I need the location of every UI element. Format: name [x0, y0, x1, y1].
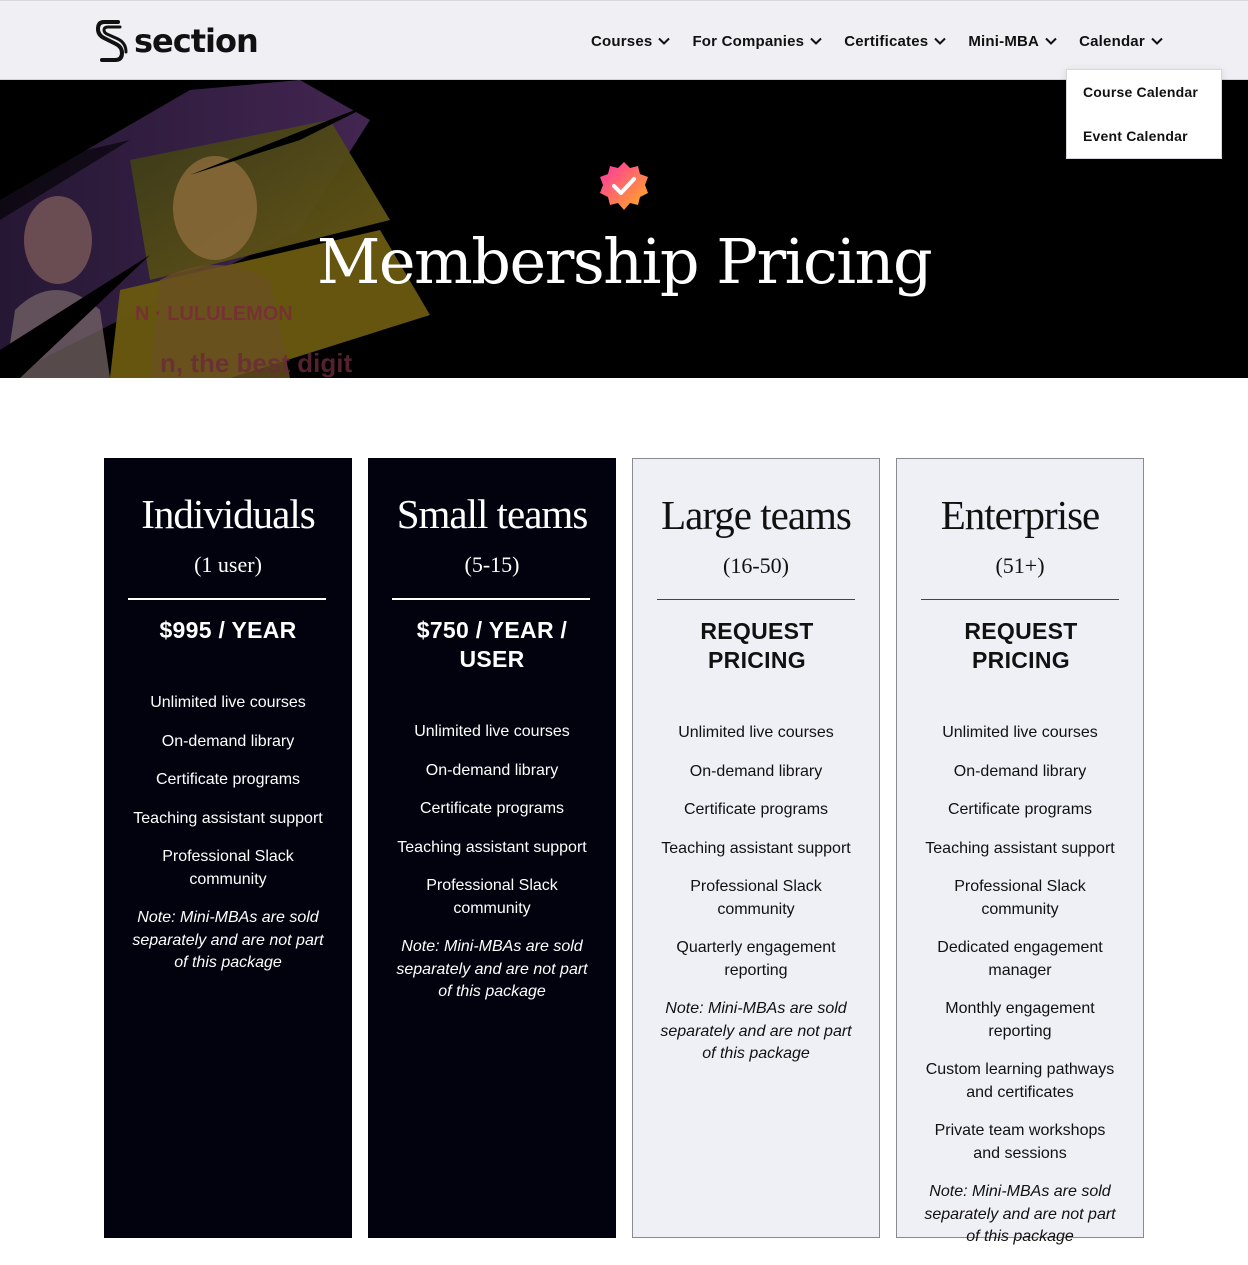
plan-card-large-teams: Large teams (16-50) REQUEST PRICING Unli…: [632, 458, 880, 1238]
nav-certificates[interactable]: Certificates: [844, 32, 947, 50]
plan-feature: Teaching assistant support: [133, 809, 323, 827]
plan-subtitle: (5-15): [464, 552, 520, 577]
plan-feature: On-demand library: [161, 732, 295, 750]
hero-collage-text-1: N · LULULEMON: [135, 303, 293, 325]
plan-divider: [657, 599, 855, 600]
plan-title: Enterprise: [940, 492, 1100, 538]
plan-feature: On-demand library: [425, 761, 559, 779]
nav-calendar-label: Calendar: [1079, 32, 1145, 50]
plan-feature: On-demand library: [689, 762, 823, 780]
plan-divider: [128, 598, 326, 600]
plan-feature: On-demand library: [953, 762, 1087, 780]
menu-item-course-calendar[interactable]: Course Calendar: [1083, 84, 1198, 100]
site-header: section Courses For Companies Certificat…: [0, 0, 1248, 80]
plan-feature-list: Unlimited live courses On-demand library…: [368, 721, 616, 1020]
plan-feature: Certificate programs: [683, 801, 829, 818]
plan-subtitle: (51+): [995, 553, 1045, 578]
plan-feature-list: Unlimited live courses On-demand library…: [633, 722, 879, 1082]
plan-feature: Unlimited live courses: [678, 724, 834, 741]
plan-note: Note: Mini-MBAs are sold separately and …: [924, 1183, 1116, 1245]
request-pricing-link[interactable]: REQUEST PRICING: [653, 617, 861, 675]
plan-title: Individuals: [141, 491, 315, 537]
plan-feature: Certificate programs: [947, 801, 1093, 818]
section-logo-icon: [96, 20, 128, 62]
plan-feature-list: Unlimited live courses On-demand library…: [897, 722, 1143, 1265]
plan-subtitle: (16-50): [723, 553, 789, 578]
plan-feature: Custom learning pathways and certificate…: [925, 1061, 1115, 1101]
plan-note: Note: Mini-MBAs are sold separately and …: [396, 938, 588, 1000]
plan-feature: Teaching assistant support: [661, 839, 851, 857]
chevron-down-icon: [1045, 37, 1057, 45]
plan-feature: Quarterly engagement reporting: [676, 939, 836, 979]
chevron-down-icon: [658, 37, 671, 45]
plan-note: Note: Mini-MBAs are sold separately and …: [660, 1000, 852, 1062]
plan-price: $750 / YEAR / USER: [416, 617, 568, 672]
plan-title: Large teams: [661, 492, 852, 538]
plan-feature: Monthly engagement reporting: [945, 1000, 1095, 1040]
menu-item-event-calendar[interactable]: Event Calendar: [1083, 128, 1188, 144]
plan-card-small-teams: Small teams (5-15) $750 / YEAR / USER Un…: [368, 458, 616, 1238]
chevron-down-icon: [1151, 37, 1163, 45]
plan-title: Small teams: [396, 491, 589, 537]
plan-subtitle: (1 user): [194, 552, 262, 577]
nav-courses[interactable]: Courses: [591, 32, 671, 50]
plan-feature: Teaching assistant support: [397, 838, 587, 856]
nav-for-companies[interactable]: For Companies: [692, 33, 822, 50]
plan-divider: [392, 598, 590, 600]
plan-feature: Unlimited live courses: [942, 724, 1098, 741]
nav-mini-mba-label: Mini-MBA: [968, 32, 1040, 50]
hero-collage-text-2: n, the best digit: [160, 348, 352, 378]
page-title: Membership Pricing: [316, 225, 933, 298]
plan-feature: Professional Slack community: [426, 877, 558, 917]
request-pricing-link[interactable]: REQUEST PRICING: [917, 617, 1125, 675]
brand-name: section: [134, 22, 259, 60]
nav-certificates-label: Certificates: [844, 32, 929, 50]
nav-mini-mba[interactable]: Mini-MBA: [968, 33, 1057, 50]
plan-feature: Unlimited live courses: [150, 694, 306, 711]
hero-banner: N · LULULEMON n, the best digit Membersh…: [0, 80, 1248, 378]
plan-price: $995 / YEAR: [159, 617, 297, 643]
plan-feature: Unlimited live courses: [414, 723, 570, 740]
verified-check-badge-icon: [600, 162, 648, 210]
plan-feature: Professional Slack community: [162, 848, 294, 888]
nav-calendar[interactable]: Calendar: [1079, 33, 1163, 50]
calendar-dropdown-menu: Course Calendar Event Calendar: [1066, 69, 1222, 159]
plan-card-individuals: Individuals (1 user) $995 / YEAR Unlimit…: [104, 458, 352, 1238]
plan-feature: Private team workshops and sessions: [934, 1122, 1106, 1162]
plan-feature: Teaching assistant support: [925, 839, 1115, 857]
section-logo[interactable]: section: [96, 19, 259, 63]
plan-feature: Dedicated engagement manager: [937, 939, 1103, 979]
plan-note: Note: Mini-MBAs are sold separately and …: [132, 909, 324, 971]
plan-feature: Professional Slack community: [954, 878, 1086, 918]
plan-divider: [921, 599, 1119, 600]
plan-card-enterprise: Enterprise (51+) REQUEST PRICING Unlimit…: [896, 458, 1144, 1245]
nav-for-companies-label: For Companies: [692, 32, 805, 50]
chevron-down-icon: [810, 37, 822, 45]
plan-feature: Professional Slack community: [690, 878, 822, 918]
chevron-down-icon: [934, 37, 947, 45]
plan-feature-list: Unlimited live courses On-demand library…: [104, 692, 352, 991]
nav-courses-label: Courses: [591, 32, 653, 50]
plan-feature: Certificate programs: [419, 800, 565, 817]
plan-feature: Certificate programs: [155, 771, 301, 788]
